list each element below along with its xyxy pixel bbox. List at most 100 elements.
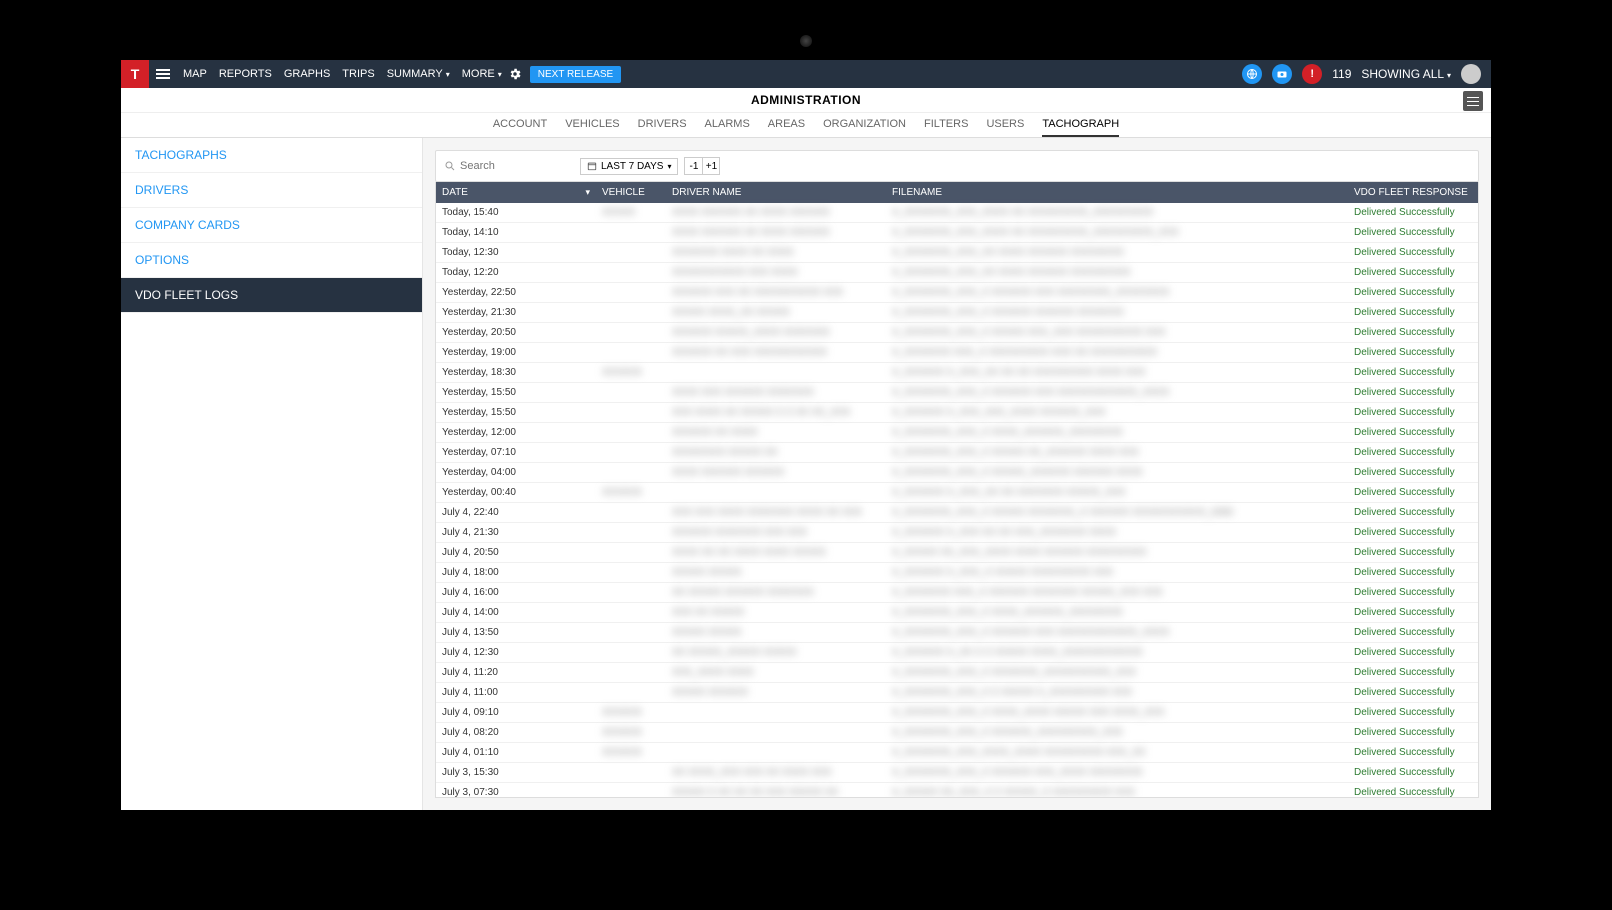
cell-driver: XXX_XXXX XXXX [666, 663, 886, 683]
alerts-button[interactable]: ! [1302, 64, 1322, 84]
table-row[interactable]: July 4, 22:40XXX XXX XXXX XXXXXXX XXXX X… [436, 503, 1478, 523]
cell-response: Delivered Successfully [1348, 603, 1478, 623]
menu-toggle[interactable] [149, 69, 177, 79]
tab-filters[interactable]: FILTERS [924, 118, 968, 137]
table-row[interactable]: July 4, 12:30XX XXXXX_XXXXX XXXXXX_XXXXX… [436, 643, 1478, 663]
col-response[interactable]: VDO FLEET RESPONSE [1348, 182, 1478, 203]
col-date[interactable]: DATE [436, 182, 596, 203]
cell-filename: X_XXXXX XX_XXX_X X XXXXX_X XXXXXXXXX XXX [886, 783, 1348, 799]
cell-vehicle [596, 623, 666, 643]
table-row[interactable]: Yesterday, 22:50XXXXXX XXX XX XXXXXXXXXX… [436, 283, 1478, 303]
table-row[interactable]: July 4, 11:00XXXXX XXXXXXX_XXXXXXX_XXX_X… [436, 683, 1478, 703]
cell-vehicle [596, 523, 666, 543]
tab-areas[interactable]: AREAS [768, 118, 805, 137]
table-row[interactable]: Yesterday, 00:40XXXXXXX_XXXXXX X_XXX_XX … [436, 483, 1478, 503]
tab-alarms[interactable]: ALARMS [705, 118, 750, 137]
app-logo[interactable]: T [121, 60, 149, 88]
table-row[interactable]: Yesterday, 18:30XXXXXXX_XXXXXX X_XXX_XX … [436, 363, 1478, 383]
cell-driver: XXXXX XXXXX [666, 623, 886, 643]
nav-graphs[interactable]: GRAPHS [284, 68, 330, 80]
page-title: ADMINISTRATION [751, 93, 861, 107]
table-row[interactable]: Yesterday, 19:00XXXXXX XX XXX XXXXXXXXXX… [436, 343, 1478, 363]
search-input[interactable] [460, 160, 550, 172]
nav-reports[interactable]: REPORTS [219, 68, 272, 80]
date-range-select[interactable]: LAST 7 DAYS ▾ [580, 158, 678, 175]
table-row[interactable]: Yesterday, 20:50XXXXXX XXXXX_XXXX XXXXXX… [436, 323, 1478, 343]
table-row[interactable]: Today, 12:20XXXXXXXXXXX XXX XXXXX_XXXXXX… [436, 263, 1478, 283]
cell-vehicle [596, 403, 666, 423]
col-filename[interactable]: FILENAME [886, 182, 1348, 203]
nav-summary[interactable]: SUMMARY▾ [387, 68, 450, 80]
cell-driver: XXX XXXX XX XXXXX X X XX XX_XXX [666, 403, 886, 423]
table-row[interactable]: July 4, 21:30XXXXXX XXXXXXX XXX XXXX_XXX… [436, 523, 1478, 543]
cell-filename: X_XXXXXX X_XXX XX XX XXX_XXXXXXX XXXX [886, 523, 1348, 543]
search-icon [444, 160, 456, 172]
nav-trips[interactable]: TRIPS [342, 68, 374, 80]
nav-more[interactable]: MORE▾ [462, 68, 502, 80]
next-release-button[interactable]: NEXT RELEASE [530, 66, 621, 83]
cell-driver [666, 743, 886, 763]
cell-filename: X_XXXXXX X_XXX_XX XX XXXXXXX XXXXX_XXX [886, 483, 1348, 503]
table-row[interactable]: July 3, 07:30XXXXX X XX XX XX XXX XXXXX … [436, 783, 1478, 799]
table-row[interactable]: Yesterday, 15:50XXXX XXX XXXXXX XXXXXXXX… [436, 383, 1478, 403]
settings-button[interactable] [508, 67, 522, 81]
globe-button[interactable] [1242, 64, 1262, 84]
table-row[interactable]: July 4, 20:50XXXX XX XX XXXX XXXX XXXXXX… [436, 543, 1478, 563]
table-row[interactable]: July 4, 16:00XX XXXXX XXXXXX XXXXXXXX_XX… [436, 583, 1478, 603]
tab-users[interactable]: USERS [986, 118, 1024, 137]
cell-response: Delivered Successfully [1348, 683, 1478, 703]
sidebar-item-options[interactable]: OPTIONS [121, 243, 422, 278]
table-row[interactable]: July 4, 14:00XXX XX XXXXXX_XXXXXXX_XXX_X… [436, 603, 1478, 623]
cell-response: Delivered Successfully [1348, 583, 1478, 603]
cell-vehicle [596, 763, 666, 783]
table-row[interactable]: Yesterday, 12:00XXXXXX XX XXXXX_XXXXXXX_… [436, 423, 1478, 443]
cell-driver: XXXXX X XX XX XX XXX XXXXX XX [666, 783, 886, 799]
logs-table-container[interactable]: DATE VEHICLE DRIVER NAME FILENAME VDO FL… [435, 182, 1479, 798]
cell-filename: X_XXXXXXX_XXX_XX XXXX XXXXXX XXXXXXXX [886, 243, 1348, 263]
table-row[interactable]: Yesterday, 04:00XXXX XXXXXX XXXXXXX_XXXX… [436, 463, 1478, 483]
cell-filename: X_XXXXXXX_XXX_X XXXX_XXXXXX_XXXXXXXX [886, 423, 1348, 443]
cell-date: July 4, 09:10 [436, 703, 596, 723]
sidebar-item-drivers[interactable]: DRIVERS [121, 173, 422, 208]
hamburger-icon [1467, 97, 1479, 106]
table-row[interactable]: July 4, 09:10XXXXXXX_XXXXXXX_XXX_X XXXX_… [436, 703, 1478, 723]
col-driver[interactable]: DRIVER NAME [666, 182, 886, 203]
tab-tachograph[interactable]: TACHOGRAPH [1042, 118, 1119, 137]
tab-account[interactable]: ACCOUNT [493, 118, 547, 137]
cell-filename: X_XXXXXXX_XXX_XX XXXX XXXXXX XXXXXXXXX [886, 263, 1348, 283]
nav-map[interactable]: MAP [183, 68, 207, 80]
table-row[interactable]: Yesterday, 15:50XXX XXXX XX XXXXX X X XX… [436, 403, 1478, 423]
tab-drivers[interactable]: DRIVERS [638, 118, 687, 137]
cell-response: Delivered Successfully [1348, 243, 1478, 263]
table-row[interactable]: July 4, 13:50XXXXX XXXXXX_XXXXXXX_XXX_X … [436, 623, 1478, 643]
showing-dropdown[interactable]: SHOWING ALL ▾ [1361, 67, 1451, 81]
camera-button[interactable] [1272, 64, 1292, 84]
table-row[interactable]: July 3, 15:30XX XXXX_XXX XXX XX XXXX XXX… [436, 763, 1478, 783]
cell-date: July 4, 08:20 [436, 723, 596, 743]
table-row[interactable]: July 4, 01:10XXXXXXX_XXXXXXX_XXX_XXXX_XX… [436, 743, 1478, 763]
table-row[interactable]: Today, 14:10XXXX XXXXXX XX XXXX XXXXXXX_… [436, 223, 1478, 243]
cell-vehicle: XXXXXX [596, 703, 666, 723]
tab-vehicles[interactable]: VEHICLES [565, 118, 619, 137]
table-row[interactable]: Today, 15:40XXXXXXXXX XXXXXX XX XXXX XXX… [436, 203, 1478, 223]
cell-driver: XXXXX XXXXX [666, 563, 886, 583]
tab-organization[interactable]: ORGANIZATION [823, 118, 906, 137]
table-row[interactable]: Yesterday, 21:30XXXXX XXXX_XX XXXXXX_XXX… [436, 303, 1478, 323]
sidebar-item-vdo-fleet-logs[interactable]: VDO FLEET LOGS [121, 278, 422, 313]
table-row[interactable]: Today, 12:30XXXXXXX XXXX XX XXXXX_XXXXXX… [436, 243, 1478, 263]
cell-vehicle [596, 383, 666, 403]
col-vehicle[interactable]: VEHICLE [596, 182, 666, 203]
table-row[interactable]: July 4, 08:20XXXXXXX_XXXXXXX_XXX_X XXXXX… [436, 723, 1478, 743]
sidebar-item-tachographs[interactable]: TACHOGRAPHS [121, 138, 422, 173]
table-row[interactable]: Yesterday, 07:10XXXXXXXX XXXXX XXX_XXXXX… [436, 443, 1478, 463]
cell-filename: X_XXXXXXX_XXX_X XXXX_XXXXXX_XXXXXXXX [886, 603, 1348, 623]
panel-menu-button[interactable] [1463, 91, 1483, 111]
cell-driver: XXXXX XXXXXX [666, 683, 886, 703]
date-plus-button[interactable]: +1 [702, 157, 720, 175]
table-row[interactable]: July 4, 11:20XXX_XXXX XXXXX_XXXXXXX_XXX_… [436, 663, 1478, 683]
cell-response: Delivered Successfully [1348, 723, 1478, 743]
sidebar-item-company-cards[interactable]: COMPANY CARDS [121, 208, 422, 243]
user-avatar[interactable] [1461, 64, 1481, 84]
table-row[interactable]: July 4, 18:00XXXXX XXXXXX_XXXXXX X_XXX_X… [436, 563, 1478, 583]
date-minus-button[interactable]: -1 [684, 157, 702, 175]
